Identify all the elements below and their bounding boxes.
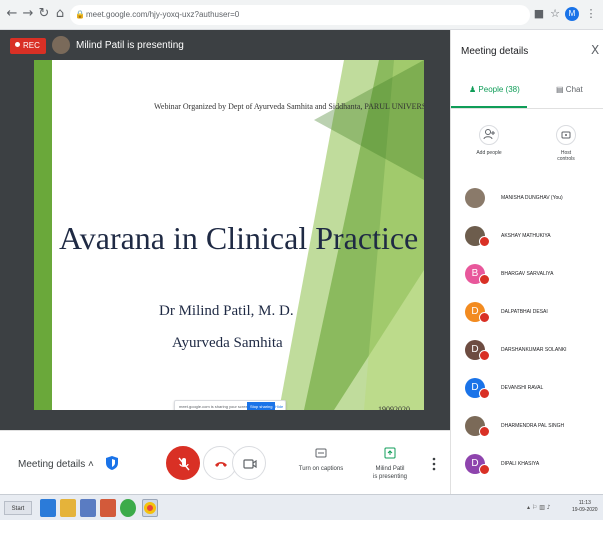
meeting-details-button[interactable]: Meeting details ˄	[18, 459, 94, 470]
participant-name: BHARGAV SARVALIYA	[501, 271, 554, 277]
close-icon[interactable]: X	[591, 43, 599, 57]
participant-name: DHARMENDRA PAL SINGH	[501, 423, 565, 429]
panel-title: Meeting details	[461, 46, 529, 57]
participant-row[interactable]: MANISHA DUNGHAV (You)	[451, 180, 603, 218]
page-margin	[0, 520, 603, 544]
tab-people[interactable]: ♟ People (38)	[469, 85, 520, 94]
muted-mic-icon	[479, 312, 490, 323]
participant-name: DIPALI KHASIYA	[501, 461, 540, 467]
people-icon: ♟	[469, 85, 477, 94]
host-controls-button[interactable]: Host controls	[541, 125, 591, 162]
internet-explorer-icon[interactable]	[40, 499, 56, 517]
avatar	[465, 188, 485, 208]
camera-icon	[243, 459, 257, 469]
participant-name: AKSHAY MATHUKIYA	[501, 233, 551, 239]
participant-row[interactable]: D DARSHANKUMAR SOLANKI	[451, 332, 603, 370]
participant-row[interactable]: B BHARGAV SARVALIYA	[451, 256, 603, 294]
slide-date: 19092020	[378, 405, 410, 410]
add-people-label: Add people	[476, 150, 502, 156]
presenter-label: Milind Patil is presenting	[76, 40, 184, 51]
profile-avatar[interactable]: M	[565, 7, 579, 21]
address-bar[interactable]: 🔒 meet.google.com/hjy-yoxq-uxz?authuser=…	[70, 5, 530, 25]
share-notice-text: meet.google.com is sharing your screen.	[179, 404, 252, 409]
menu-dots-icon[interactable]: ⋮	[584, 7, 598, 21]
host-controls-icon	[556, 125, 576, 145]
media-player-icon[interactable]	[80, 499, 96, 517]
hide-button[interactable]: Hide	[275, 401, 283, 410]
file-explorer-icon[interactable]	[60, 499, 76, 517]
slide-title: Avarana in Clinical Practice	[59, 220, 419, 256]
tab-people-label: People (38)	[478, 85, 520, 94]
browser-toolbar: ← → ↻ ⌂ 🔒 meet.google.com/hjy-yoxq-uxz?a…	[0, 0, 603, 30]
rec-label: REC	[23, 41, 40, 50]
mic-off-icon	[178, 457, 190, 471]
participant-row[interactable]: DHARMENDRA PAL SINGH	[451, 408, 603, 446]
clock-time: 11:13	[578, 500, 591, 506]
add-person-icon	[479, 125, 499, 145]
shared-slide: Webinar Organized by Dept of Ayurveda Sa…	[34, 60, 424, 410]
participant-name: MANISHA DUNGHAV (You)	[501, 195, 563, 201]
chat-icon: ▤	[556, 85, 564, 94]
stop-sharing-button[interactable]: Stop sharing	[247, 402, 276, 410]
slide-header: Webinar Organized by Dept of Ayurveda Sa…	[154, 102, 424, 111]
presenting-label[interactable]: Milind Patil is presenting	[362, 465, 418, 481]
forward-icon[interactable]: →	[20, 6, 36, 22]
meeting-details-label: Meeting details	[18, 459, 86, 470]
presenting-label-status: is presenting	[372, 474, 408, 480]
taskbar-clock[interactable]: 11:13 19-09-2020	[572, 500, 598, 514]
captions-icon[interactable]	[315, 447, 327, 459]
chevron-up-icon: ˄	[88, 459, 94, 470]
bookmark-star-icon[interactable]: ☆	[548, 7, 562, 21]
participant-row[interactable]: AKSHAY MATHUKIYA	[451, 218, 603, 256]
host-controls-label-line2: controls	[557, 156, 575, 162]
muted-mic-icon	[479, 236, 490, 247]
camera-permission-icon[interactable]: ■	[532, 7, 546, 21]
participant-name: DEVANSHI RAVAL	[501, 385, 544, 391]
system-tray-icons[interactable]: ▴ ⚐ ▥ ♪	[527, 504, 551, 511]
hangup-icon	[215, 462, 227, 467]
back-icon[interactable]: ←	[4, 6, 20, 22]
windows-taskbar: Start ▴ ⚐ ▥ ♪ 11:13 19-09-2020	[0, 494, 603, 520]
presenting-label-name: Milind Patil	[375, 466, 405, 472]
meeting-controls-bar: Meeting details ˄ Turn on captions Milin…	[0, 430, 450, 494]
screen-share-notice: meet.google.com is sharing your screen. …	[174, 400, 286, 410]
participant-row[interactable]: D DIPALI KHASIYA	[451, 446, 603, 484]
tab-divider	[451, 108, 603, 109]
host-controls-label: Host controls	[541, 150, 591, 162]
lock-icon: 🔒	[75, 10, 85, 19]
screen: ← → ↻ ⌂ 🔒 meet.google.com/hjy-yoxq-uxz?a…	[0, 0, 603, 544]
chrome-icon[interactable]	[120, 499, 136, 517]
mic-off-button[interactable]	[166, 446, 200, 480]
paint-icon[interactable]	[100, 499, 116, 517]
slide-author: Dr Milind Patil, M. D.	[159, 303, 294, 319]
start-button[interactable]: Start	[4, 501, 32, 515]
captions-label[interactable]: Turn on captions	[290, 465, 352, 473]
camera-button[interactable]	[232, 446, 266, 480]
present-icon[interactable]	[384, 447, 396, 459]
meeting-details-panel: Meeting details X ♟ People (38) ▤ Chat A…	[450, 30, 603, 494]
presenter-avatar	[52, 36, 70, 54]
participant-row[interactable]: D DEVANSHI RAVAL	[451, 370, 603, 408]
participant-row[interactable]: D DALPATBHAI DESAI	[451, 294, 603, 332]
slide-department: Ayurveda Samhita	[172, 335, 283, 351]
tab-chat[interactable]: ▤ Chat	[556, 85, 583, 94]
muted-mic-icon	[479, 388, 490, 399]
participant-name: DALPATBHAI DESAI	[501, 309, 548, 315]
clock-date: 19-09-2020	[572, 507, 598, 513]
add-people-button[interactable]: Add people	[464, 125, 514, 156]
recording-badge: REC	[10, 38, 46, 54]
chrome-active-icon[interactable]	[142, 499, 158, 517]
home-icon[interactable]: ⌂	[52, 6, 68, 22]
muted-mic-icon	[479, 426, 490, 437]
reload-icon[interactable]: ↻	[36, 6, 52, 22]
shield-icon[interactable]	[105, 455, 119, 471]
address-text: meet.google.com/hjy-yoxq-uxz?authuser=0	[86, 10, 240, 19]
participant-name: DARSHANKUMAR SOLANKI	[501, 347, 567, 353]
more-options-icon[interactable]	[432, 457, 436, 471]
muted-mic-icon	[479, 274, 490, 285]
tab-chat-label: Chat	[565, 85, 583, 94]
presentation-stage: REC Milind Patil is presenting Webinar O…	[0, 30, 450, 430]
muted-mic-icon	[479, 350, 490, 361]
muted-mic-icon	[479, 464, 490, 475]
